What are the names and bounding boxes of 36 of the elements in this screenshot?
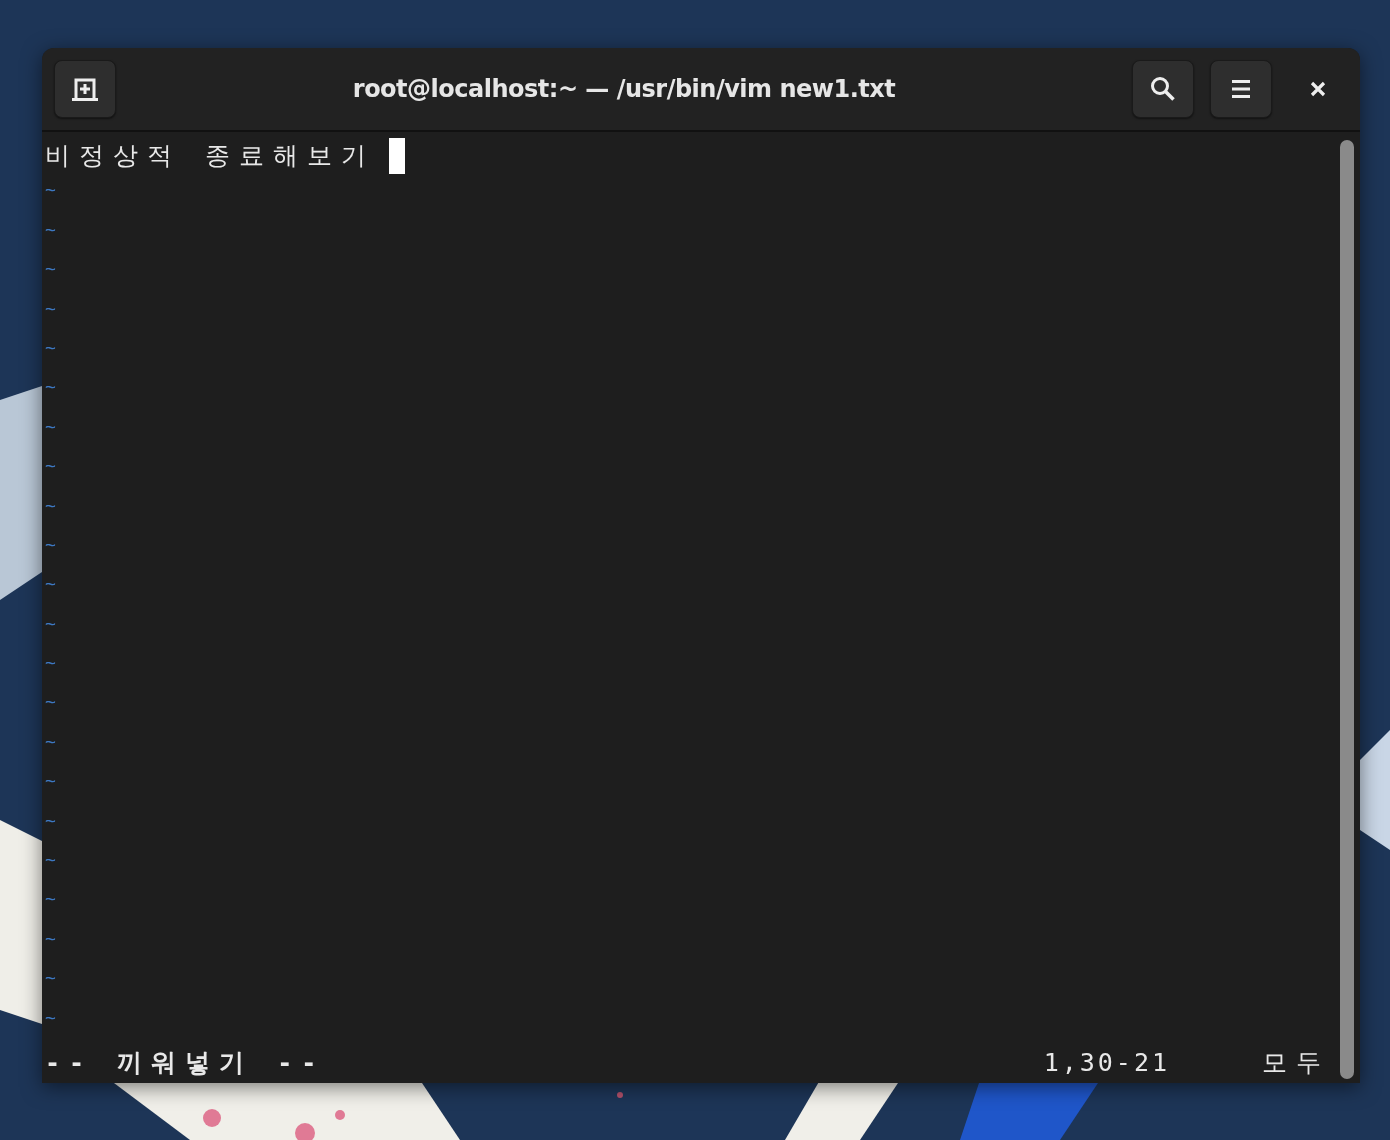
empty-line-marker: ~ xyxy=(45,533,56,555)
mode-indicator: -- 끼워넣기 -- xyxy=(45,1047,327,1080)
search-icon xyxy=(1150,76,1176,102)
empty-line-marker: ~ xyxy=(45,376,56,398)
empty-line-marker: ~ xyxy=(45,258,56,280)
scrollbar[interactable] xyxy=(1340,140,1354,1079)
empty-line-marker: ~ xyxy=(45,691,56,713)
empty-line-marker: ~ xyxy=(45,927,56,949)
empty-line-marker: ~ xyxy=(45,455,56,477)
empty-line-marker: ~ xyxy=(45,415,56,437)
empty-line-marker: ~ xyxy=(45,494,56,516)
cursor-position: 1,30-21 xyxy=(1043,1047,1170,1080)
text-line: 비정상적 종료해보기 xyxy=(45,139,376,172)
empty-line-marker: ~ xyxy=(45,336,56,358)
empty-line-marker: ~ xyxy=(45,967,56,989)
empty-line-marker: ~ xyxy=(45,888,56,910)
text-cursor xyxy=(389,137,406,174)
menu-icon xyxy=(1231,79,1251,99)
empty-line-marker: ~ xyxy=(45,849,56,871)
scroll-position: 모두 xyxy=(1262,1047,1330,1080)
empty-line-marker: ~ xyxy=(45,612,56,634)
empty-line-marker: ~ xyxy=(45,809,56,831)
empty-line-marker: ~ xyxy=(45,218,56,240)
close-icon xyxy=(1310,81,1326,97)
empty-line-marker: ~ xyxy=(45,652,56,674)
empty-line-marker: ~ xyxy=(45,730,56,752)
search-button[interactable] xyxy=(1132,60,1194,118)
new-tab-icon xyxy=(71,76,99,102)
window-title: root@localhost:~ — /usr/bin/vim new1.txt xyxy=(352,75,896,103)
new-tab-button[interactable] xyxy=(54,60,116,118)
empty-line-marker: ~ xyxy=(45,179,56,201)
menu-button[interactable] xyxy=(1210,60,1272,118)
empty-line-marker: ~ xyxy=(45,770,56,792)
empty-line-marker: ~ xyxy=(45,573,56,595)
empty-line-marker: ~ xyxy=(45,1006,56,1028)
empty-line-marker: ~ xyxy=(45,297,56,319)
